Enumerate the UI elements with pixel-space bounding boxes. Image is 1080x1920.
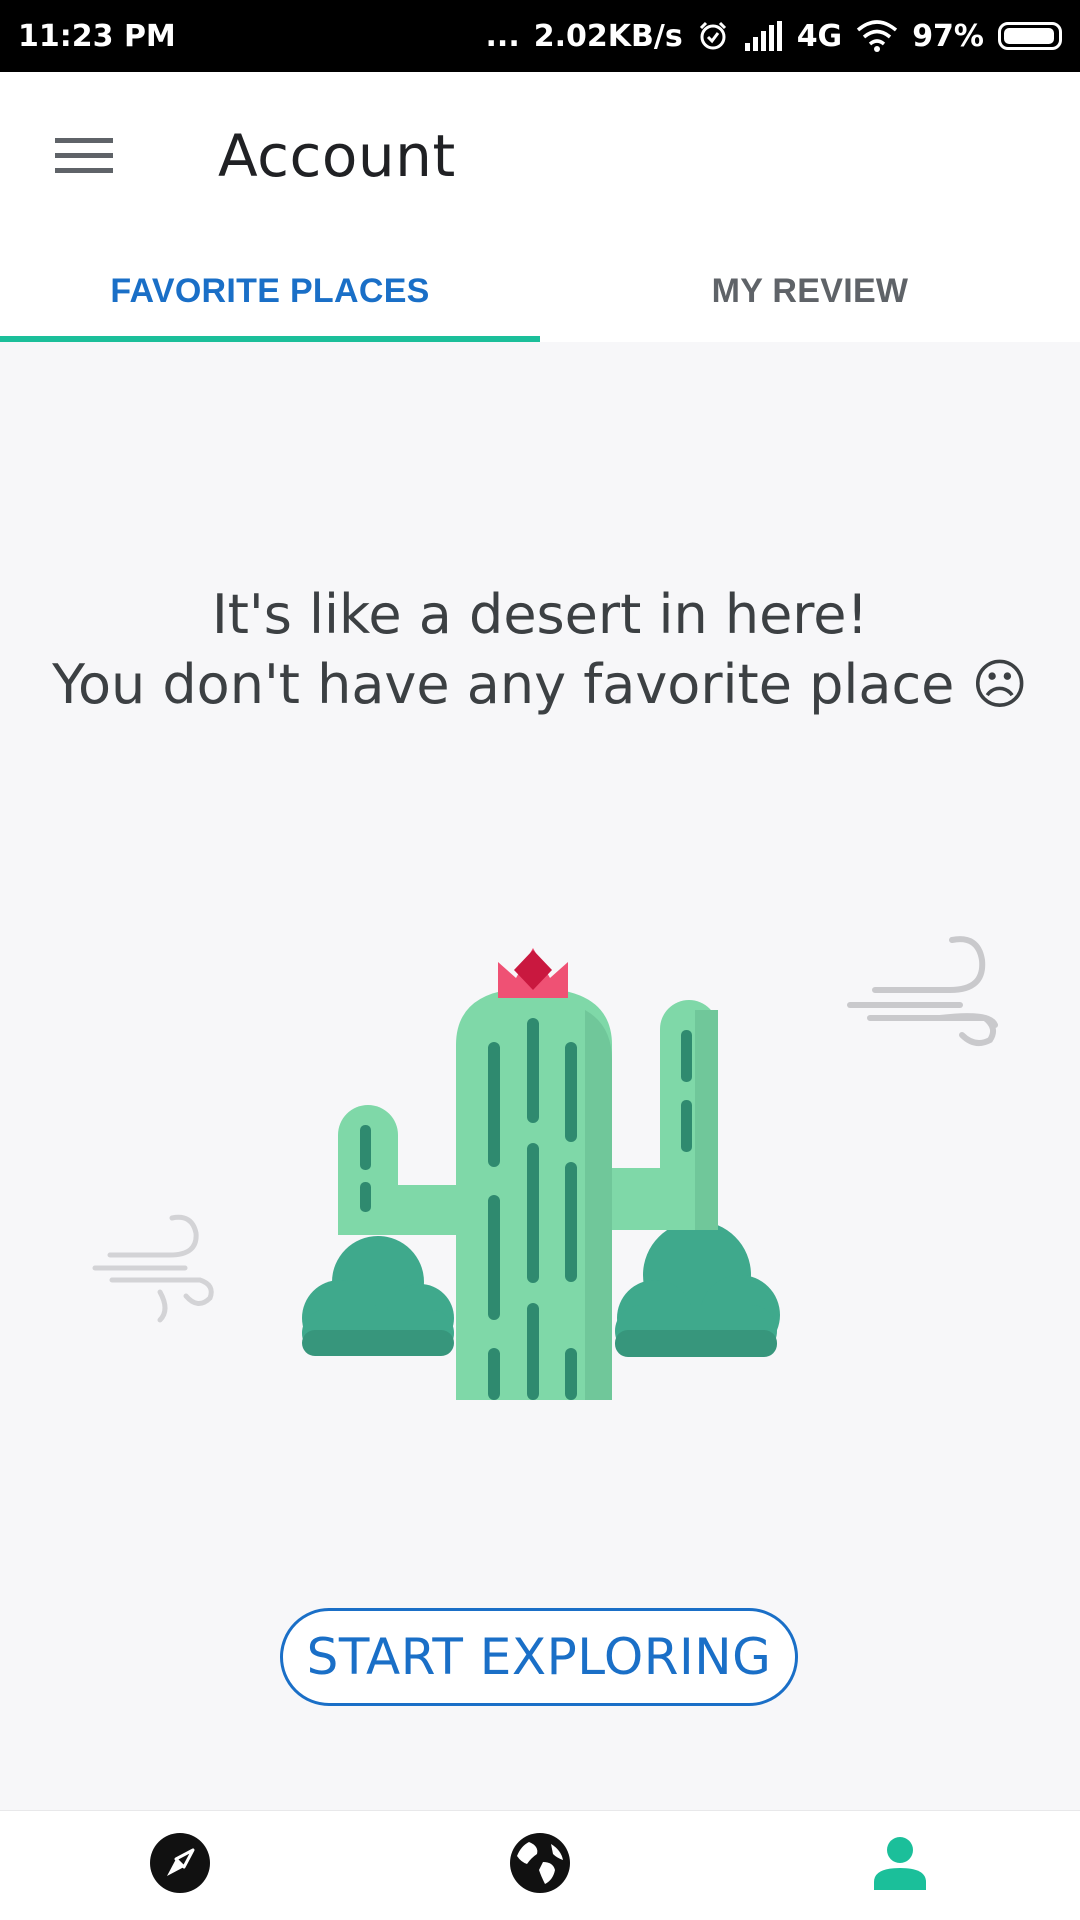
network-speed: 2.02KB/s <box>533 18 683 54</box>
cactus-illustration <box>92 936 998 1400</box>
account-screen: 11:23 PM ... 2.02KB/s 4G 97% Account FAV… <box>0 0 1080 1920</box>
tab-label: MY REVIEW <box>711 271 909 310</box>
nav-item-world[interactable] <box>360 1811 720 1920</box>
network-type: 4G <box>796 18 843 54</box>
signal-icon <box>743 21 783 51</box>
cactus-trunk <box>456 988 612 1400</box>
status-bar: 11:23 PM ... 2.02KB/s 4G 97% <box>0 0 1080 72</box>
wifi-icon <box>856 20 898 52</box>
status-time: 11:23 PM <box>18 18 176 54</box>
battery-icon <box>998 22 1062 50</box>
app-bar: Account <box>0 72 1080 240</box>
nav-item-explore[interactable] <box>0 1811 360 1920</box>
globe-icon <box>509 1832 571 1899</box>
wind-icon <box>92 1214 214 1323</box>
start-exploring-button[interactable]: START EXPLORING <box>280 1608 798 1706</box>
empty-state-message: It's like a desert in here! You don't ha… <box>0 580 1080 720</box>
bush-left <box>302 1236 454 1356</box>
tab-bar: FAVORITE PLACES MY REVIEW <box>0 240 1080 342</box>
cactus-left-arm <box>338 1105 468 1235</box>
tab-my-review[interactable]: MY REVIEW <box>540 240 1080 342</box>
wind-icon <box>847 936 998 1047</box>
status-indicators: ... 2.02KB/s 4G 97% <box>486 19 1062 54</box>
status-dots: ... <box>485 18 520 54</box>
empty-state-line-1: It's like a desert in here! <box>211 583 869 646</box>
cactus-flower <box>498 948 568 998</box>
bottom-navigation <box>0 1810 1080 1920</box>
bush-right <box>615 1221 780 1357</box>
alarm-icon <box>697 20 729 52</box>
tab-label: FAVORITE PLACES <box>110 271 430 310</box>
compass-icon <box>149 1832 211 1899</box>
tab-indicator <box>0 336 540 342</box>
person-icon <box>874 1836 926 1895</box>
empty-state-line-2: You don't have any favorite place ☹ <box>52 653 1028 716</box>
hamburger-menu-icon[interactable] <box>24 96 144 216</box>
tab-favorite-places[interactable]: FAVORITE PLACES <box>0 240 540 342</box>
battery-percent: 97% <box>912 18 984 54</box>
page-title: Account <box>218 122 456 190</box>
nav-item-account[interactable] <box>720 1811 1080 1920</box>
